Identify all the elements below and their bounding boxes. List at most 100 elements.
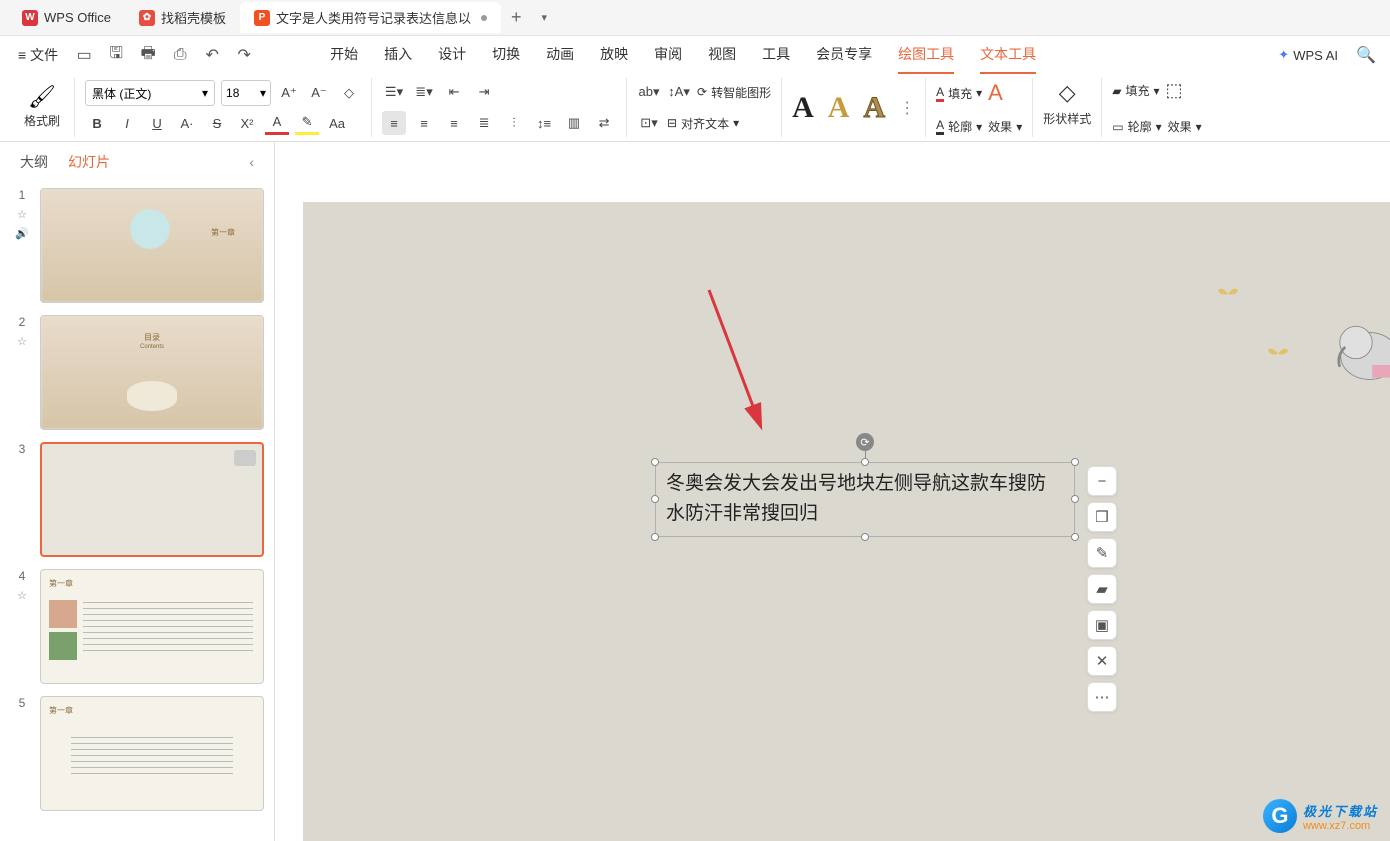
- new-icon[interactable]: ▭: [72, 43, 96, 67]
- file-menu-button[interactable]: ≡ 文件: [12, 41, 64, 69]
- rotate-handle-icon[interactable]: ⟳: [856, 433, 874, 451]
- float-tools-button[interactable]: ✕: [1087, 646, 1117, 676]
- strike-icon[interactable]: S: [205, 111, 229, 135]
- tab-text-tools[interactable]: 文本工具: [980, 36, 1036, 74]
- bold-icon[interactable]: B: [85, 111, 109, 135]
- text-effect-large[interactable]: A: [988, 80, 1003, 106]
- side-tab-outline[interactable]: 大纲: [20, 152, 48, 172]
- align-justify-icon[interactable]: ≣: [472, 111, 496, 135]
- shape-style-button[interactable]: ◇ 形状样式: [1043, 80, 1091, 127]
- resize-handle-sw[interactable]: [651, 533, 659, 541]
- tab-review[interactable]: 审阅: [654, 36, 682, 74]
- float-layers-button[interactable]: ❒: [1087, 502, 1117, 532]
- wordart-style-1[interactable]: A: [792, 91, 814, 125]
- tab-animation[interactable]: 动画: [546, 36, 574, 74]
- slide-thumb-5[interactable]: 5 第一章: [0, 690, 274, 817]
- text-direction-h-icon[interactable]: ⇄: [592, 111, 616, 135]
- resize-handle-n[interactable]: [861, 458, 869, 466]
- superscript-icon[interactable]: X²: [235, 111, 259, 135]
- float-edit-button[interactable]: ✎: [1087, 538, 1117, 568]
- align-text-button[interactable]: ⊟ 对齐文本 ▾: [667, 115, 739, 132]
- line-spacing-icon[interactable]: ↕≡: [532, 111, 556, 135]
- search-icon[interactable]: 🔍: [1354, 43, 1378, 67]
- tab-start[interactable]: 开始: [330, 36, 358, 74]
- tab-current-doc[interactable]: P 文字是人类用符号记录表达信息以: [240, 2, 501, 33]
- font-size-select[interactable]: 18 ▾: [221, 80, 271, 106]
- wordart-style-3[interactable]: A: [863, 91, 885, 125]
- tab-member[interactable]: 会员专享: [816, 36, 872, 74]
- emphasis-icon[interactable]: A·: [175, 111, 199, 135]
- tab-slideshow[interactable]: 放映: [600, 36, 628, 74]
- underline-icon[interactable]: U: [145, 111, 169, 135]
- undo-icon[interactable]: ↶: [200, 43, 224, 67]
- increase-indent-icon[interactable]: ⇥: [472, 80, 496, 104]
- slide-thumb-2[interactable]: 2 ☆ 目录 Contents: [0, 309, 274, 436]
- redo-icon[interactable]: ↷: [232, 43, 256, 67]
- text-box-content[interactable]: 冬奥会发大会发出号地块左侧导航这款车搜防水防汗非常搜回归: [666, 469, 1064, 530]
- format-painter-button[interactable]: 🖌 格式刷: [20, 80, 64, 133]
- float-more-button[interactable]: ⋯: [1087, 682, 1117, 712]
- resize-handle-se[interactable]: [1071, 533, 1079, 541]
- save-icon[interactable]: 🖫: [104, 43, 128, 67]
- text-box[interactable]: ⟳ 冬奥会发大会发出号地块左侧导航这款车搜防水防汗非常搜回归: [655, 462, 1075, 537]
- resize-handle-ne[interactable]: [1071, 458, 1079, 466]
- text-fill-button[interactable]: A 填充 ▾: [936, 85, 982, 102]
- tab-design[interactable]: 设计: [438, 36, 466, 74]
- font-name-select[interactable]: 黑体 (正文) ▾: [85, 80, 215, 106]
- columns-icon[interactable]: ▥: [562, 111, 586, 135]
- float-fill-button[interactable]: ▰: [1087, 574, 1117, 604]
- align-left-icon[interactable]: ≡: [382, 111, 406, 135]
- tab-view[interactable]: 视图: [708, 36, 736, 74]
- add-tab-button[interactable]: +: [501, 7, 532, 28]
- slide-canvas[interactable]: ⟳ 冬奥会发大会发出号地块左侧导航这款车搜防水防汗非常搜回归 − ❒ ✎ ▰ ▣…: [303, 202, 1390, 841]
- resize-handle-nw[interactable]: [651, 458, 659, 466]
- increase-font-icon[interactable]: A⁺: [277, 81, 301, 105]
- decrease-indent-icon[interactable]: ⇤: [442, 80, 466, 104]
- slide-thumb-4[interactable]: 4 ☆ 第一章: [0, 563, 274, 690]
- resize-handle-s[interactable]: [861, 533, 869, 541]
- text-direction-icon[interactable]: ab▾: [637, 80, 661, 104]
- shape-outline-button[interactable]: ▭ 轮廓 ▾: [1112, 118, 1161, 135]
- tab-insert[interactable]: 插入: [384, 36, 412, 74]
- font-color-icon[interactable]: A: [265, 111, 289, 135]
- tab-drawing-tools[interactable]: 绘图工具: [898, 36, 954, 74]
- text-margin-icon[interactable]: ⊡▾: [637, 111, 661, 135]
- template-icon: ✿: [139, 10, 155, 26]
- slide-thumb-3[interactable]: 3: [0, 436, 274, 563]
- distribute-icon[interactable]: ⫶: [502, 111, 526, 135]
- smart-shape-button[interactable]: ⟳ 转智能图形: [697, 84, 771, 101]
- resize-handle-w[interactable]: [651, 495, 659, 503]
- shape-fill-button[interactable]: ▰ 填充 ▾: [1112, 82, 1159, 99]
- italic-icon[interactable]: I: [115, 111, 139, 135]
- float-frame-button[interactable]: ▣: [1087, 610, 1117, 640]
- align-right-icon[interactable]: ≡: [442, 111, 466, 135]
- shape-style-label: 形状样式: [1043, 110, 1091, 127]
- shape-3d-button[interactable]: ⬚: [1166, 80, 1183, 101]
- wordart-style-2[interactable]: A: [828, 91, 850, 125]
- side-tab-slides[interactable]: 幻灯片: [68, 152, 110, 172]
- tab-wps-office[interactable]: W WPS Office: [8, 4, 125, 32]
- numbering-icon[interactable]: ≣▾: [412, 80, 436, 104]
- tab-template[interactable]: ✿ 找稻壳模板: [125, 2, 240, 33]
- tab-tools[interactable]: 工具: [762, 36, 790, 74]
- align-center-icon[interactable]: ≡: [412, 111, 436, 135]
- collapse-panel-icon[interactable]: ‹: [249, 154, 254, 170]
- wps-ai-button[interactable]: ✦ WPS AI: [1278, 47, 1338, 63]
- text-vertical-icon[interactable]: ↕A▾: [667, 80, 691, 104]
- shape-effect-button[interactable]: 效果 ▾: [1168, 118, 1202, 135]
- change-case-icon[interactable]: Aa: [325, 111, 349, 135]
- decrease-font-icon[interactable]: A⁻: [307, 81, 331, 105]
- wordart-scroll-icon[interactable]: ⋮: [899, 98, 915, 118]
- bullets-icon[interactable]: ☰▾: [382, 80, 406, 104]
- tab-transition[interactable]: 切换: [492, 36, 520, 74]
- clear-format-icon[interactable]: ◇: [337, 81, 361, 105]
- highlight-icon[interactable]: ✎: [295, 111, 319, 135]
- slide-thumb-1[interactable]: 1 ☆ 🔊 第一章: [0, 182, 274, 309]
- tab-dropdown[interactable]: ▾: [532, 11, 558, 24]
- float-collapse-button[interactable]: −: [1087, 466, 1117, 496]
- text-effect-button[interactable]: 效果 ▾: [988, 118, 1022, 135]
- print-icon[interactable]: 🖶: [136, 43, 160, 67]
- resize-handle-e[interactable]: [1071, 495, 1079, 503]
- text-outline-button[interactable]: A 轮廓 ▾: [936, 118, 982, 135]
- preview-icon[interactable]: ⎙: [168, 43, 192, 67]
